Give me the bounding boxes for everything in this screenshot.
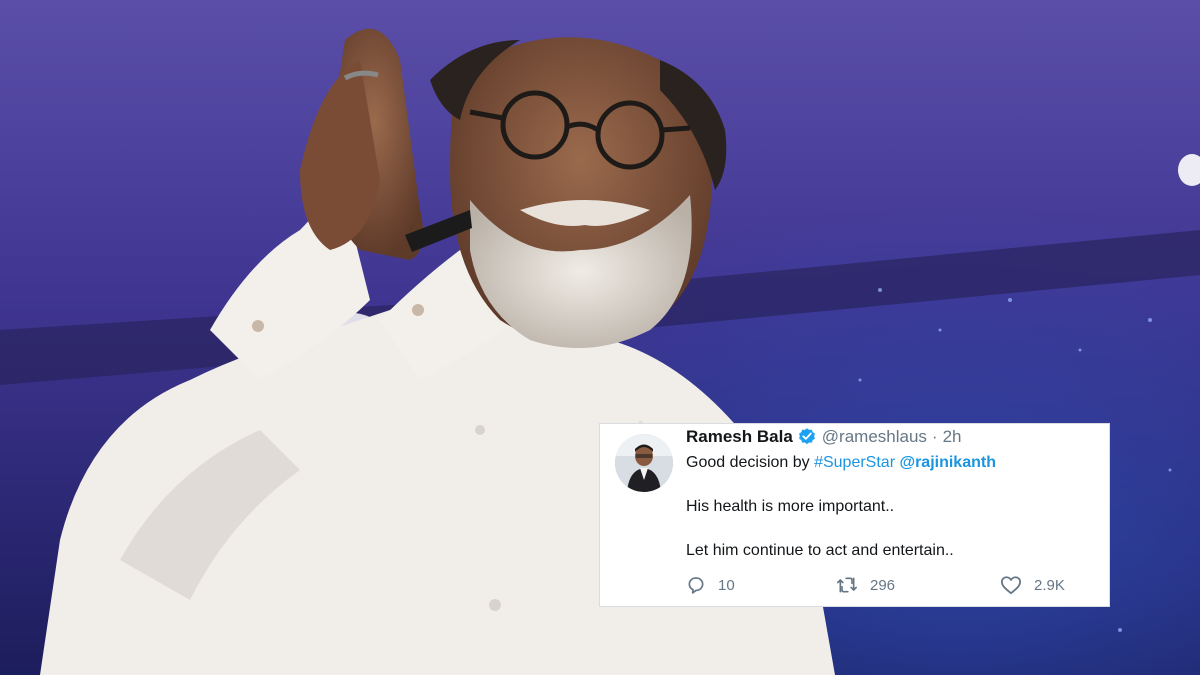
tweet-line-1-text: Good decision by <box>686 454 815 471</box>
reply-icon <box>686 575 706 595</box>
author-avatar[interactable] <box>615 434 673 492</box>
header-separator: · <box>931 427 938 446</box>
tweet-header: Ramesh Bala @rameshlaus · 2h <box>686 427 962 447</box>
tweet-actions: 10 296 2.9K <box>686 574 1096 596</box>
author-handle[interactable]: @rameshlaus <box>822 427 927 447</box>
tweet-card[interactable]: Ramesh Bala @rameshlaus · 2h Good decisi… <box>599 423 1110 607</box>
meme-canvas: Ramesh Bala @rameshlaus · 2h Good decisi… <box>0 0 1200 675</box>
like-count: 2.9K <box>1034 576 1065 594</box>
heart-icon <box>1000 575 1022 595</box>
verified-badge-icon <box>797 427 817 447</box>
retweet-button[interactable]: 296 <box>836 574 895 596</box>
like-button[interactable]: 2.9K <box>1000 574 1065 596</box>
tweet-line-2: His health is more important.. <box>686 498 895 515</box>
author-name[interactable]: Ramesh Bala <box>686 427 793 447</box>
reply-button[interactable]: 10 <box>686 574 735 596</box>
hashtag-link[interactable]: #SuperStar <box>814 454 895 471</box>
tweet-text: Good decision by #SuperStar @rajinikanth… <box>686 452 1096 562</box>
tweet-line-3: Let him continue to act and entertain.. <box>686 542 954 559</box>
reply-count: 10 <box>718 576 735 594</box>
retweet-count: 296 <box>870 576 896 594</box>
tweet-line-1: Good decision by #SuperStar @rajinikanth <box>686 452 1096 474</box>
tweet-timestamp[interactable]: 2h <box>943 427 962 447</box>
retweet-icon <box>836 575 858 595</box>
mention-link[interactable]: @rajinikanth <box>899 454 996 471</box>
